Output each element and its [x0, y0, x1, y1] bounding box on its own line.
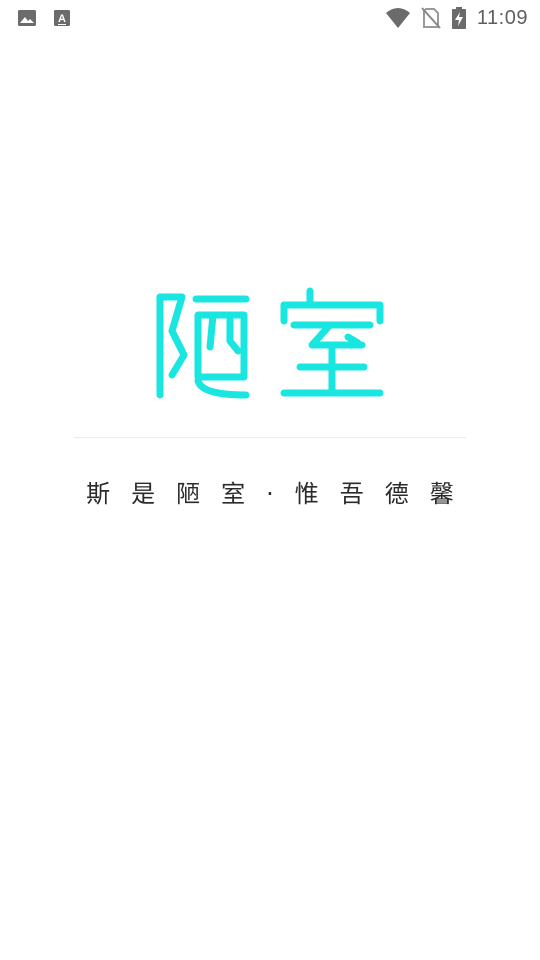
status-time: 11:09 — [476, 6, 528, 29]
text-a-icon: A — [53, 8, 71, 28]
status-bar: A 11:09 — [0, 0, 540, 36]
wifi-icon — [385, 7, 411, 29]
divider — [74, 437, 466, 438]
tagline: 斯是陋室·惟吾德馨 — [86, 480, 475, 508]
no-sim-icon — [421, 7, 441, 29]
svg-text:A: A — [58, 13, 66, 25]
app-logo: 陋室 — [150, 285, 390, 405]
battery-charging-icon — [451, 6, 467, 30]
image-icon — [17, 8, 37, 28]
